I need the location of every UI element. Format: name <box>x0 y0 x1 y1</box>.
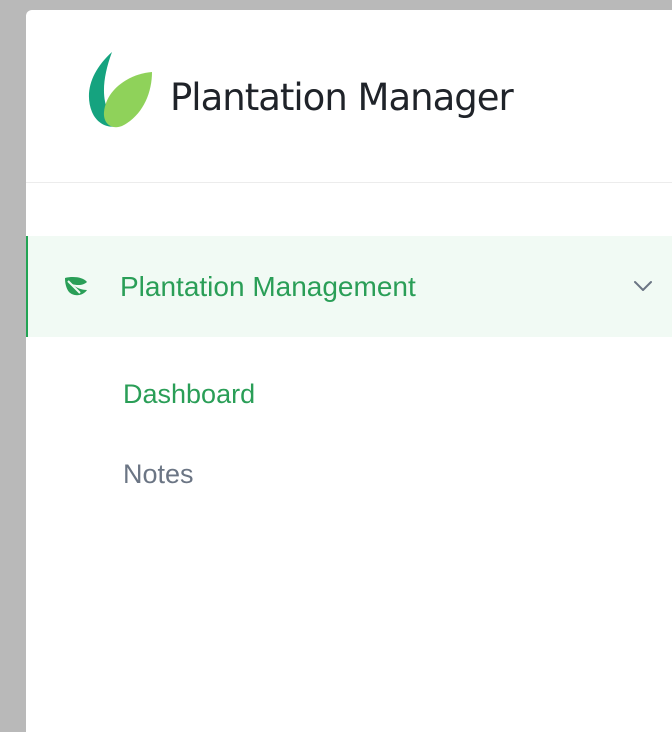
brand-header[interactable]: Plantation Manager <box>26 10 672 183</box>
chevron-down-icon[interactable] <box>632 277 654 295</box>
sidebar-nav: Plantation Management Dashboard Notes <box>26 236 672 489</box>
leaf-icon <box>65 277 87 296</box>
app-name: Plantation Manager <box>170 76 514 119</box>
leaf-logo-icon <box>88 52 152 128</box>
sidebar: Plantation Manager Plantation Management… <box>26 10 672 732</box>
nav-item-dashboard[interactable]: Dashboard <box>123 378 255 410</box>
nav-group-label: Plantation Management <box>120 271 416 302</box>
nav-item-notes[interactable]: Notes <box>123 458 194 490</box>
nav-group-plantation-management[interactable]: Plantation Management <box>26 236 672 337</box>
